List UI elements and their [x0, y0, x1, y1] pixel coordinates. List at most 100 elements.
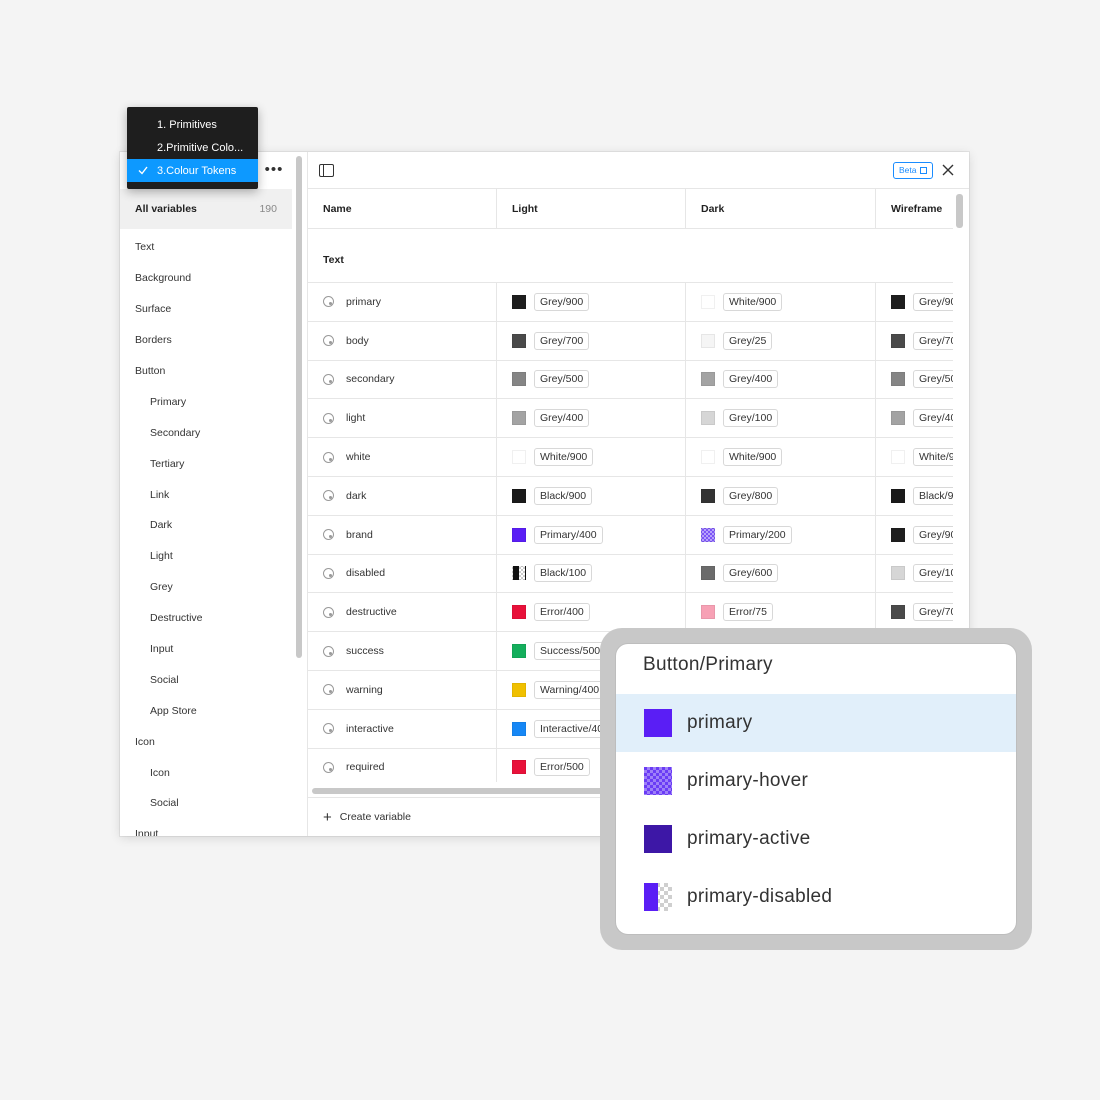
- value-cell-wireframe[interactable]: Grey/500: [876, 361, 953, 399]
- variable-name-cell[interactable]: required: [308, 748, 497, 782]
- value-alias-pill[interactable]: Grey/500: [534, 370, 590, 389]
- value-alias-pill[interactable]: Grey/700: [913, 603, 953, 622]
- callout-item[interactable]: primary-disabled: [616, 868, 1016, 926]
- value-alias-pill[interactable]: Success/500: [534, 642, 607, 661]
- column-header-dark[interactable]: Dark: [686, 189, 876, 229]
- value-alias-pill[interactable]: Grey/100: [723, 409, 779, 428]
- value-alias-pill[interactable]: Grey/900: [913, 292, 953, 311]
- sidebar-all-variables[interactable]: All variables 190: [120, 189, 292, 229]
- table-row[interactable]: disabled Black/100 Grey/600 Grey/100: [308, 554, 953, 594]
- sidebar-item[interactable]: Social: [120, 788, 292, 819]
- table-row[interactable]: body Grey/700 Grey/25 Grey/700: [308, 321, 953, 361]
- value-cell-wireframe[interactable]: Grey/100: [876, 555, 953, 593]
- column-header-light[interactable]: Light: [497, 189, 686, 229]
- value-alias-pill[interactable]: Grey/700: [534, 331, 590, 350]
- value-alias-pill[interactable]: Error/500: [534, 758, 590, 777]
- sidebar-item[interactable]: Dark: [120, 510, 292, 541]
- sidebar-item[interactable]: App Store: [120, 695, 292, 726]
- close-icon[interactable]: [940, 162, 956, 178]
- value-alias-pill[interactable]: White/900: [913, 448, 953, 467]
- value-alias-pill[interactable]: Black/900: [534, 486, 593, 505]
- value-alias-pill[interactable]: Warning/400: [534, 680, 606, 699]
- value-cell-wireframe[interactable]: Grey/900: [876, 283, 953, 321]
- value-cell-light[interactable]: Grey/500: [497, 360, 686, 399]
- value-alias-pill[interactable]: White/900: [534, 448, 594, 467]
- value-alias-pill[interactable]: Black/900: [913, 486, 953, 505]
- value-alias-pill[interactable]: Primary/400: [534, 525, 603, 544]
- value-cell-wireframe[interactable]: Grey/900: [876, 516, 953, 554]
- value-alias-pill[interactable]: Grey/500: [913, 370, 953, 389]
- table-row[interactable]: primary Grey/900 White/900 Grey/900: [308, 283, 953, 322]
- value-alias-pill[interactable]: Grey/400: [723, 370, 779, 389]
- value-alias-pill[interactable]: White/900: [723, 292, 783, 311]
- value-alias-pill[interactable]: White/900: [723, 448, 783, 467]
- value-cell-wireframe[interactable]: White/900: [876, 438, 953, 476]
- value-cell-dark[interactable]: Grey/600: [686, 554, 876, 593]
- collection-menu-item[interactable]: 3.Colour Tokens: [127, 159, 258, 182]
- sidebar-item[interactable]: Borders: [120, 325, 292, 356]
- value-cell-dark[interactable]: Primary/200: [686, 515, 876, 554]
- column-header-wireframe[interactable]: Wireframe: [876, 189, 953, 229]
- sidebar-item[interactable]: Tertiary: [120, 448, 292, 479]
- value-cell-dark[interactable]: White/900: [686, 438, 876, 476]
- variable-name-cell[interactable]: body: [308, 321, 497, 360]
- sidebar-item[interactable]: Button: [120, 356, 292, 387]
- variable-name-cell[interactable]: brand: [308, 515, 497, 554]
- sidebar-item[interactable]: Icon: [120, 757, 292, 788]
- value-cell-light[interactable]: Black/900: [497, 476, 686, 515]
- variable-name-cell[interactable]: warning: [308, 670, 497, 709]
- value-alias-pill[interactable]: Grey/100: [913, 564, 953, 583]
- variable-name-cell[interactable]: disabled: [308, 554, 497, 593]
- sidebar-item[interactable]: Grey: [120, 572, 292, 603]
- value-alias-pill[interactable]: Error/75: [723, 603, 773, 622]
- value-alias-pill[interactable]: Black/100: [534, 564, 593, 583]
- callout-item[interactable]: primary-active: [616, 810, 1016, 868]
- sidebar-item[interactable]: Background: [120, 263, 292, 294]
- column-header-name[interactable]: Name: [308, 189, 497, 229]
- value-cell-dark[interactable]: Error/75: [686, 593, 876, 632]
- sidebar-item[interactable]: Icon: [120, 726, 292, 757]
- value-cell-light[interactable]: White/900: [497, 438, 686, 476]
- sidebar-item[interactable]: Surface: [120, 294, 292, 325]
- sidebar-item[interactable]: Light: [120, 541, 292, 572]
- value-cell-light[interactable]: Black/100: [497, 554, 686, 593]
- table-row[interactable]: white White/900 White/900 White/900: [308, 438, 953, 477]
- sidebar-item[interactable]: Input: [120, 634, 292, 665]
- value-alias-pill[interactable]: Grey/400: [913, 409, 953, 428]
- callout-item[interactable]: primary-hover: [616, 752, 1016, 810]
- value-alias-pill[interactable]: Grey/600: [723, 564, 779, 583]
- value-alias-pill[interactable]: Grey/400: [534, 409, 590, 428]
- value-cell-wireframe[interactable]: Grey/700: [876, 593, 953, 631]
- value-cell-dark[interactable]: Grey/400: [686, 360, 876, 399]
- value-cell-dark[interactable]: Grey/800: [686, 476, 876, 515]
- value-alias-pill[interactable]: Error/400: [534, 603, 590, 622]
- value-alias-pill[interactable]: Grey/800: [723, 486, 779, 505]
- sidebar-item[interactable]: Input: [120, 819, 292, 836]
- variable-name-cell[interactable]: light: [308, 399, 497, 438]
- variable-name-cell[interactable]: destructive: [308, 593, 497, 632]
- sidebar-scrollbar[interactable]: [296, 156, 302, 658]
- value-cell-dark[interactable]: White/900: [686, 283, 876, 321]
- value-alias-pill[interactable]: Grey/900: [534, 292, 590, 311]
- beta-badge[interactable]: Beta: [893, 162, 933, 179]
- value-cell-wireframe[interactable]: Black/900: [876, 477, 953, 515]
- sidebar-item[interactable]: Link: [120, 479, 292, 510]
- table-row[interactable]: secondary Grey/500 Grey/400 Grey/500: [308, 360, 953, 400]
- value-cell-light[interactable]: Grey/900: [497, 283, 686, 321]
- variable-name-cell[interactable]: dark: [308, 476, 497, 515]
- collection-menu-item[interactable]: 2.Primitive Colo...: [127, 136, 258, 159]
- value-alias-pill[interactable]: Grey/25: [723, 331, 773, 350]
- variable-name-cell[interactable]: white: [308, 438, 497, 476]
- sidebar-toggle-icon[interactable]: [319, 164, 334, 177]
- sidebar-item[interactable]: Secondary: [120, 417, 292, 448]
- value-cell-wireframe[interactable]: Grey/700: [876, 322, 953, 360]
- sidebar-item[interactable]: Destructive: [120, 603, 292, 634]
- collection-menu-item[interactable]: 1. Primitives: [127, 113, 258, 136]
- value-alias-pill[interactable]: Primary/200: [723, 525, 792, 544]
- more-options-button[interactable]: •••: [264, 160, 284, 180]
- value-cell-wireframe[interactable]: Grey/400: [876, 399, 953, 437]
- variable-name-cell[interactable]: secondary: [308, 360, 497, 399]
- sidebar-item[interactable]: Text: [120, 232, 292, 263]
- table-row[interactable]: dark Black/900 Grey/800 Black/900: [308, 476, 953, 516]
- table-row[interactable]: brand Primary/400 Primary/200 Grey/900: [308, 515, 953, 555]
